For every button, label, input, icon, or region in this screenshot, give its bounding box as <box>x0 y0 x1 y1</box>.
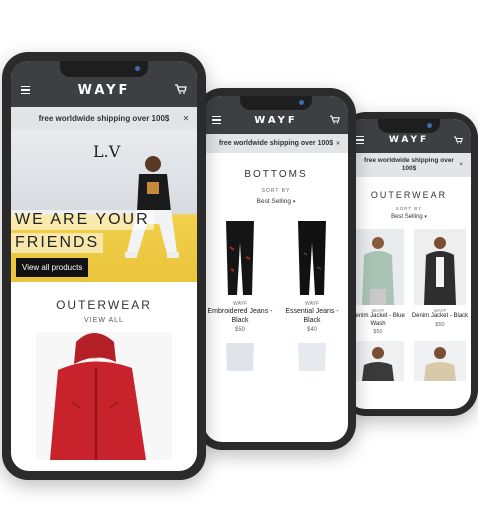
product-card[interactable]: WAYF Denim Jacket - Blue Wash $50 <box>347 229 409 335</box>
section-title: OUTERWEAR <box>56 298 152 312</box>
product-card[interactable]: WAYF Embroidered Jeans - Black $50 <box>204 217 276 333</box>
cart-icon[interactable] <box>330 111 340 129</box>
chevron-down-icon: ▾ <box>424 214 427 220</box>
logo[interactable]: WAYF <box>78 83 131 98</box>
view-all-link[interactable]: VIEW ALL <box>11 317 197 324</box>
product-grid: WAYF Embroidered Jeans - Black $50 WAYF … <box>204 217 348 371</box>
hamburger-icon[interactable] <box>355 135 364 145</box>
product-image[interactable] <box>210 217 270 297</box>
product-image[interactable] <box>282 217 342 297</box>
phone-outerwear: WAYF free worldwide shipping over 100$ ×… <box>340 112 478 416</box>
product-card[interactable] <box>347 341 409 381</box>
sort-value: Best Selling <box>391 214 423 220</box>
logo[interactable]: WAYF <box>254 115 297 126</box>
shipping-banner: free worldwide shipping over 100$ × <box>11 107 197 130</box>
product-name[interactable]: Denim Jacket - Black <box>409 313 471 321</box>
product-image[interactable] <box>282 341 342 371</box>
screen-home: WAYF free worldwide shipping over 100$ ×… <box>11 61 197 471</box>
view-all-products-button[interactable]: View all products <box>16 258 89 277</box>
shipping-text: free worldwide shipping over 100$ <box>218 140 334 147</box>
product-image[interactable] <box>414 341 466 381</box>
screen-outerwear: WAYF free worldwide shipping over 100$ ×… <box>347 119 471 409</box>
hero-headline-1: WE ARE YOUR <box>11 210 154 230</box>
shipping-banner: free worldwide shipping over 100$ × <box>204 134 348 153</box>
product-name[interactable]: Denim Jacket - Blue Wash <box>347 313 409 328</box>
product-image[interactable] <box>414 229 466 305</box>
cart-icon[interactable] <box>175 81 187 99</box>
chevron-down-icon: ▾ <box>292 199 296 205</box>
shipping-text: free worldwide shipping over 100$ <box>38 114 170 123</box>
collection-title: OUTERWEAR <box>370 190 448 200</box>
hero-banner: L.V WE ARE YOUR FRIENDS View all product… <box>11 130 197 282</box>
cart-icon[interactable] <box>454 131 463 149</box>
product-price: $40 <box>306 327 317 333</box>
hero-headline-2: FRIENDS <box>11 233 104 253</box>
notch <box>240 96 312 110</box>
product-price: $50 <box>234 327 245 333</box>
phone-home: WAYF free worldwide shipping over 100$ ×… <box>2 52 206 480</box>
hamburger-icon[interactable] <box>21 85 30 95</box>
sort-label: SORT BY <box>395 206 423 211</box>
close-icon[interactable]: × <box>336 139 340 148</box>
product-name[interactable]: Embroidered Jeans - Black <box>204 307 276 325</box>
product-card[interactable] <box>276 341 348 371</box>
product-price: $50 <box>373 329 383 335</box>
product-grid: WAYF Denim Jacket - Blue Wash $50 WAYF D… <box>347 229 471 381</box>
hamburger-icon[interactable] <box>212 115 221 125</box>
product-card[interactable] <box>409 341 471 381</box>
product-price: $50 <box>435 321 445 328</box>
screen-bottoms: WAYF free worldwide shipping over 100$ ×… <box>204 96 348 442</box>
product-card[interactable]: WAYF Essential Jeans - Black $40 <box>276 217 348 333</box>
product-image[interactable] <box>352 341 404 381</box>
sort-select[interactable]: Best Selling ▾ <box>347 214 471 220</box>
product-image[interactable] <box>210 341 270 371</box>
close-icon[interactable]: × <box>459 161 463 169</box>
product-name[interactable]: Essential Jeans - Black <box>276 307 348 325</box>
logo[interactable]: WAYF <box>389 135 429 145</box>
collection-title: BOTTOMS <box>244 169 308 180</box>
product-image[interactable] <box>352 229 404 305</box>
sort-value: Best Selling <box>256 198 291 205</box>
close-icon[interactable]: × <box>183 113 189 124</box>
product-card[interactable] <box>204 341 276 371</box>
sort-label: SORT BY <box>261 188 291 194</box>
sort-select[interactable]: Best Selling ▾ <box>204 198 348 205</box>
shipping-text: free worldwide shipping over 100$ <box>364 157 454 172</box>
notch <box>60 61 148 77</box>
featured-product-image[interactable] <box>36 332 172 460</box>
product-card[interactable]: WAYF Denim Jacket - Black $50 <box>409 229 471 335</box>
shipping-banner: free worldwide shipping over 100$ × <box>347 153 471 177</box>
notch <box>378 119 440 133</box>
phone-bottoms: WAYF free worldwide shipping over 100$ ×… <box>196 88 356 450</box>
